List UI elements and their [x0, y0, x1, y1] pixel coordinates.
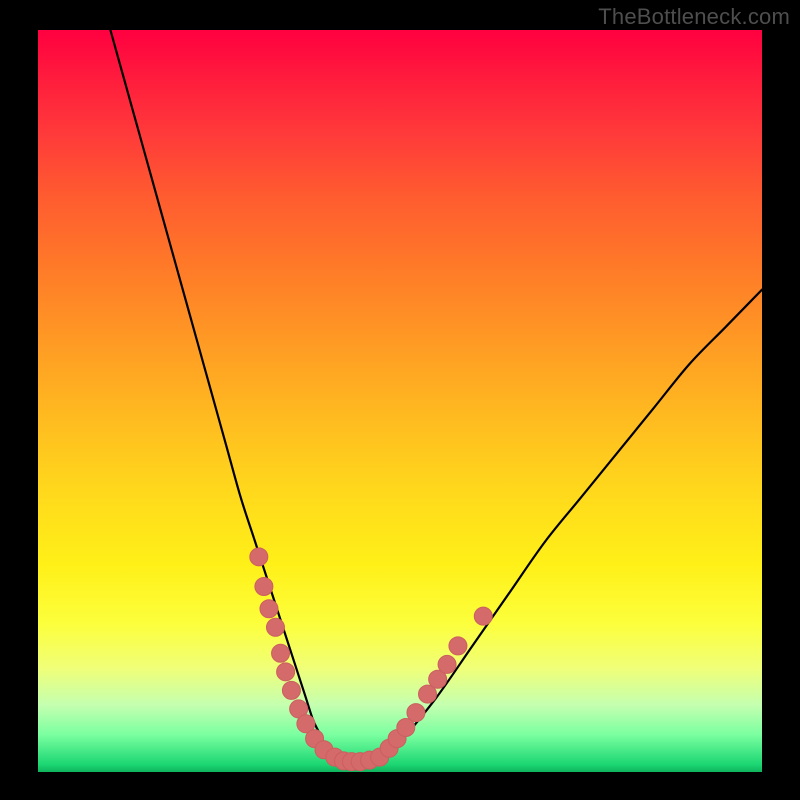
curve-marker — [282, 681, 300, 699]
plot-area — [38, 30, 762, 772]
curve-marker — [449, 637, 467, 655]
watermark-label: TheBottleneck.com — [598, 4, 790, 30]
curve-marker — [255, 578, 273, 596]
curve-marker — [250, 548, 268, 566]
curve-markers — [250, 548, 492, 771]
chart-svg — [38, 30, 762, 772]
curve-marker — [277, 663, 295, 681]
curve-marker — [407, 704, 425, 722]
curve-marker — [272, 644, 290, 662]
bottleneck-curve — [110, 30, 762, 764]
curve-marker — [474, 607, 492, 625]
curve-marker — [260, 600, 278, 618]
curve-marker — [438, 655, 456, 673]
curve-marker — [266, 618, 284, 636]
chart-frame: TheBottleneck.com — [0, 0, 800, 800]
